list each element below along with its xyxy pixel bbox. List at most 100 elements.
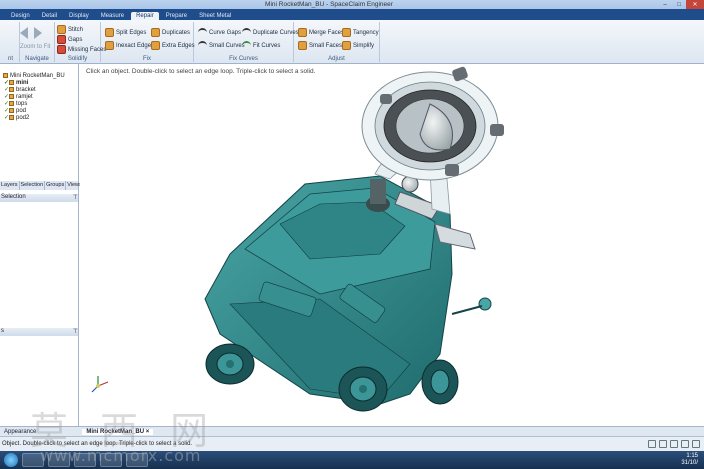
start-button[interactable] xyxy=(4,453,18,467)
wheel-front-right[interactable] xyxy=(421,359,459,405)
tab-measure[interactable]: Measure xyxy=(96,12,129,20)
inexact-edges-button[interactable]: Inexact Edges xyxy=(105,41,154,50)
tree-item-ramjet[interactable]: ✓ ramjet xyxy=(0,93,78,101)
close-tab-icon[interactable]: × xyxy=(146,429,150,435)
taskbar-app-2[interactable] xyxy=(48,453,70,467)
panel-tabs: Layers Selection Groups Views xyxy=(0,181,84,190)
missing-faces-button[interactable]: Missing Faces xyxy=(57,45,106,54)
status-text: Object. Double-click to select an edge l… xyxy=(2,441,193,447)
duplicates-icon xyxy=(151,28,160,37)
gaps-icon xyxy=(57,35,66,44)
part-icon xyxy=(3,73,8,78)
small-faces-icon xyxy=(298,41,307,50)
clock[interactable]: 1:15 31/10/ xyxy=(681,453,698,467)
tab-detail[interactable]: Detail xyxy=(37,12,62,20)
structure-tree: Mini RocketMan_BU ✓ mini ✓ bracket ✓ ramjet… xyxy=(0,72,78,121)
tree-root[interactable]: Mini RocketMan_BU xyxy=(0,72,78,79)
curve-gaps-button[interactable]: Curve Gaps xyxy=(198,28,241,37)
tree-item-pod[interactable]: ✓ pod xyxy=(0,107,78,115)
group-solidify: Stitch Gaps Missing Faces Solidify xyxy=(55,22,106,62)
appearance-tab[interactable]: Appearance xyxy=(0,429,40,435)
tree-item-pod2[interactable]: ✓ pod2 xyxy=(0,114,78,122)
extra-edges-button[interactable]: Extra Edges xyxy=(151,41,195,50)
help-icon[interactable] xyxy=(648,440,656,448)
tree-item-mini[interactable]: ✓ mini xyxy=(0,79,78,87)
forward-arrow-icon xyxy=(34,27,42,39)
taskbar: 1:15 31/10/ xyxy=(0,451,704,469)
part-icon xyxy=(9,94,14,99)
simplify-button[interactable]: Simplify xyxy=(342,41,374,50)
tab-prepare[interactable]: Prepare xyxy=(161,12,192,20)
forward-button[interactable] xyxy=(34,27,42,39)
options-panel-header: s ⊤ xyxy=(0,328,78,336)
taskbar-app-3[interactable] xyxy=(74,453,96,467)
close-button[interactable]: ✕ xyxy=(686,0,704,9)
wheel-rear-left[interactable] xyxy=(205,343,255,385)
simplify-icon xyxy=(342,41,351,50)
missing-faces-icon xyxy=(57,45,66,54)
minimize-button[interactable]: – xyxy=(658,0,672,9)
document-tab[interactable]: Mini RocketMan_BU × xyxy=(82,428,154,435)
group-fix: Split Edges Inexact Edges Duplicates Ext… xyxy=(101,22,195,62)
group-navigate: Zoom to Fit Navigate xyxy=(20,22,55,62)
selection-panel-header: Selection ⊤ xyxy=(0,194,78,202)
stitch-button[interactable]: Stitch xyxy=(57,25,83,34)
duplicates-button[interactable]: Duplicates xyxy=(151,28,190,37)
part-icon xyxy=(9,87,14,92)
tab-layers[interactable]: Layers xyxy=(0,181,20,190)
part-icon xyxy=(9,80,14,85)
select-mode-icon[interactable] xyxy=(659,440,667,448)
gaps-button[interactable]: Gaps xyxy=(57,35,82,44)
group-navigate-left: nt xyxy=(2,22,20,62)
group-title-adjust: Adjust xyxy=(328,56,345,62)
split-edges-icon xyxy=(105,28,114,37)
back-arrow-icon xyxy=(20,27,28,39)
taskbar-app-5[interactable] xyxy=(126,453,148,467)
part-icon xyxy=(9,115,14,120)
wheel-rear-right[interactable] xyxy=(338,366,388,412)
title-bar: Mini RocketMan_BU - SpaceClaim Engineer … xyxy=(0,0,704,9)
document-tab-bar: Appearance Mini RocketMan_BU × xyxy=(0,426,704,436)
fit-curves-button[interactable]: Fit Curves xyxy=(242,41,280,50)
tab-repair[interactable]: Repair xyxy=(131,12,159,20)
ramjet-pod[interactable] xyxy=(361,66,504,181)
duplicate-curves-button[interactable]: Duplicate Curves xyxy=(242,28,299,37)
status-tools xyxy=(648,440,700,448)
axis-triad-icon[interactable] xyxy=(91,376,109,393)
tab-groups[interactable]: Groups xyxy=(45,181,67,190)
design-viewport[interactable]: Click an object. Double-click to select … xyxy=(80,64,704,426)
tangency-button[interactable]: Tangency xyxy=(342,28,379,37)
taskbar-app-4[interactable] xyxy=(100,453,122,467)
group-title-fix: Fix xyxy=(143,56,151,62)
curve-gaps-icon xyxy=(198,28,207,37)
merge-faces-icon xyxy=(298,28,307,37)
tab-design[interactable]: Design xyxy=(6,12,35,20)
model-render[interactable] xyxy=(80,64,704,426)
small-curves-button[interactable]: Small Curves xyxy=(198,41,245,50)
group-adjust: Merge Faces Small Faces Tangency Simplif… xyxy=(294,22,380,62)
small-faces-button[interactable]: Small Faces xyxy=(298,41,342,50)
ribbon: nt Zoom to Fit Navigate Stitch Gaps Miss… xyxy=(0,20,704,64)
taskbar-app-1[interactable] xyxy=(22,453,44,467)
tab-display[interactable]: Display xyxy=(64,12,94,20)
fit-curves-icon xyxy=(242,41,251,50)
box-select-icon[interactable] xyxy=(670,440,678,448)
extra-edges-icon xyxy=(151,41,160,50)
ribbon-tabs: Design Detail Display Measure Repair Pre… xyxy=(0,9,704,20)
tree-item-tops[interactable]: ✓ tops xyxy=(0,100,78,108)
back-button[interactable] xyxy=(20,27,28,39)
small-curves-icon xyxy=(198,41,207,50)
tree-item-bracket[interactable]: ✓ bracket xyxy=(0,86,78,94)
zoom-icon[interactable] xyxy=(692,440,700,448)
lasso-icon[interactable] xyxy=(681,440,689,448)
window-title: Mini RocketMan_BU - SpaceClaim Engineer xyxy=(265,1,393,8)
structure-panel: Mini RocketMan_BU ✓ mini ✓ bracket ✓ ramjet… xyxy=(0,64,84,426)
tab-sheet-metal[interactable]: Sheet Metal xyxy=(194,12,236,20)
zoom-to-fit-button[interactable]: Zoom to Fit xyxy=(20,44,50,50)
split-edges-button[interactable]: Split Edges xyxy=(105,28,146,37)
pin-icon[interactable]: ⊤ xyxy=(73,328,78,336)
pin-icon[interactable]: ⊤ xyxy=(73,194,78,202)
tab-selection[interactable]: Selection xyxy=(20,181,46,190)
maximize-button[interactable]: □ xyxy=(672,0,686,9)
merge-faces-button[interactable]: Merge Faces xyxy=(298,28,344,37)
